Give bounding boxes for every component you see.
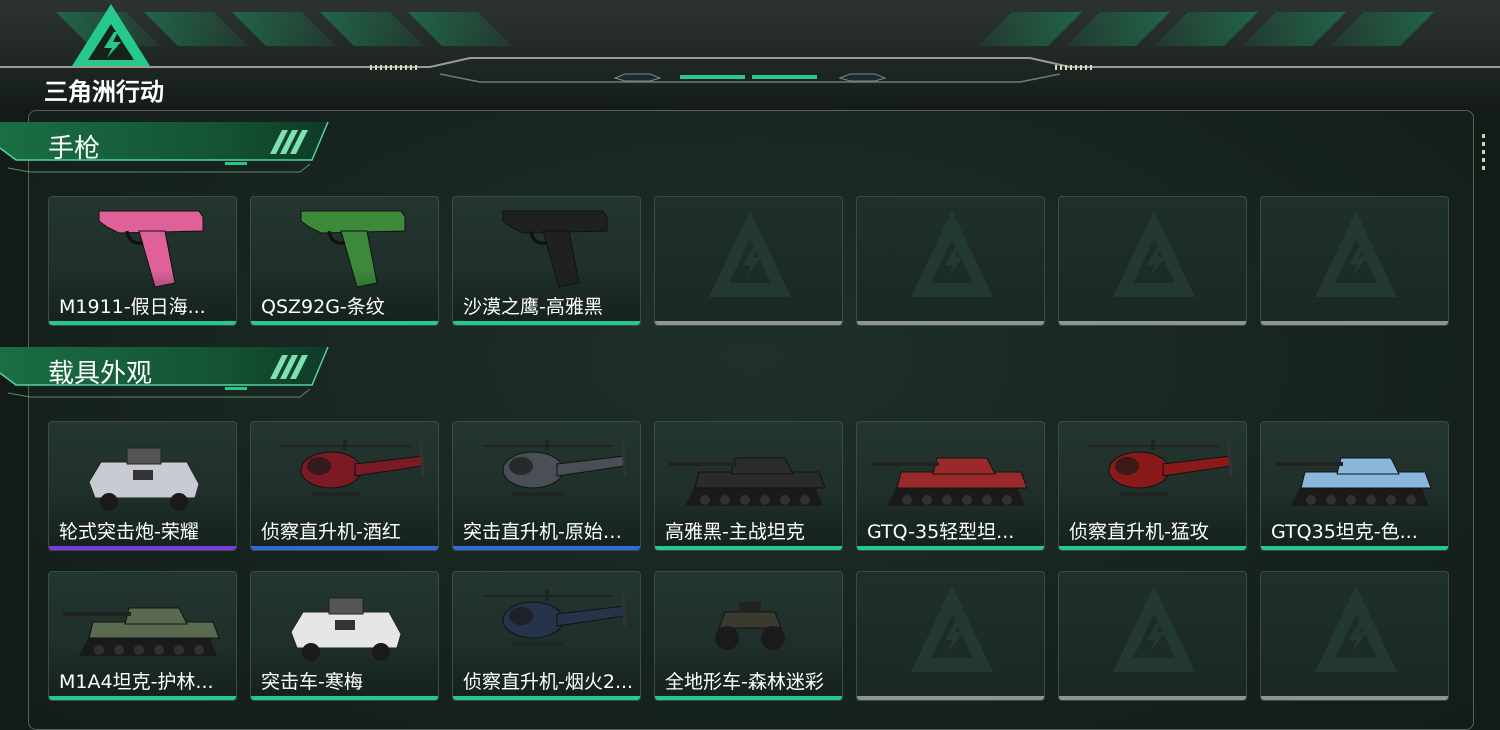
item-card[interactable]: 高雅黑-主战坦克: [654, 421, 843, 551]
delta-triangle-icon: [72, 4, 150, 66]
delta-watermark-icon: [911, 211, 993, 297]
item-name: 轮式突击炮-荣耀: [59, 521, 199, 543]
top-header: 三角洲行动: [0, 0, 1500, 110]
item-card[interactable]: GTQ35坦克-色...: [1260, 421, 1449, 551]
empty-item-slot[interactable]: [856, 571, 1045, 701]
section-header-pistols: 手枪: [0, 120, 340, 176]
item-card[interactable]: 轮式突击炮-荣耀: [48, 421, 237, 551]
rarity-bar: [655, 696, 842, 700]
empty-item-slot[interactable]: [654, 196, 843, 326]
empty-item-slot[interactable]: [1260, 571, 1449, 701]
delta-watermark-icon: [709, 211, 791, 297]
section-title: 载具外观: [48, 359, 153, 389]
rarity-bar: [655, 546, 842, 550]
rarity-bar: [251, 696, 438, 700]
item-name: 沙漠之鹰-高雅黑: [463, 296, 603, 318]
delta-watermark-icon: [1315, 586, 1397, 672]
section-header-vehicles: 载具外观: [0, 345, 340, 401]
item-card[interactable]: 侦察直升机-酒红: [250, 421, 439, 551]
empty-item-slot[interactable]: [1260, 196, 1449, 326]
delta-watermark-icon: [1113, 586, 1195, 672]
rarity-bar: [453, 321, 640, 325]
item-name: M1911-假日海...: [59, 296, 206, 318]
item-card[interactable]: 侦察直升机-猛攻: [1058, 421, 1247, 551]
section-title: 手枪: [48, 134, 101, 164]
item-name: GTQ35坦克-色...: [1271, 521, 1418, 543]
empty-item-slot[interactable]: [1058, 571, 1247, 701]
empty-item-slot[interactable]: [1058, 196, 1247, 326]
item-card[interactable]: 沙漠之鹰-高雅黑: [452, 196, 641, 326]
item-card[interactable]: 突击车-寒梅: [250, 571, 439, 701]
item-name: QSZ92G-条纹: [261, 296, 385, 318]
delta-watermark-icon: [911, 586, 993, 672]
rarity-bar: [49, 546, 236, 550]
item-name: 侦察直升机-烟火2...: [463, 671, 634, 693]
item-card[interactable]: 突击直升机-原始伪...: [452, 421, 641, 551]
game-logo: 三角洲行动: [44, 2, 179, 106]
item-card[interactable]: GTQ-35轻型坦...: [856, 421, 1045, 551]
rarity-bar: [453, 696, 640, 700]
rarity-bar: [251, 546, 438, 550]
rarity-bar: [1059, 546, 1246, 550]
rarity-bar: [251, 321, 438, 325]
item-card[interactable]: M1A4坦克-护林...: [48, 571, 237, 701]
rarity-bar: [49, 321, 236, 325]
scroll-indicator[interactable]: [1482, 134, 1486, 180]
rarity-bar: [857, 546, 1044, 550]
item-name: 突击直升机-原始伪...: [463, 521, 639, 543]
rarity-bar: [857, 321, 1044, 325]
item-name: 高雅黑-主战坦克: [665, 521, 805, 543]
item-card[interactable]: QSZ92G-条纹: [250, 196, 439, 326]
rarity-bar: [1059, 696, 1246, 700]
item-card[interactable]: 侦察直升机-烟火2...: [452, 571, 641, 701]
rarity-bar: [453, 546, 640, 550]
item-name: 全地形车-森林迷彩: [665, 671, 824, 693]
item-name: GTQ-35轻型坦...: [867, 521, 1015, 543]
header-decoration: [0, 12, 1500, 83]
empty-item-slot[interactable]: [856, 196, 1045, 326]
rarity-bar: [49, 696, 236, 700]
item-name: 侦察直升机-猛攻: [1069, 521, 1209, 543]
rarity-bar: [1261, 546, 1448, 550]
item-name: 突击车-寒梅: [261, 671, 363, 693]
item-card[interactable]: M1911-假日海...: [48, 196, 237, 326]
rarity-bar: [1261, 321, 1448, 325]
rarity-bar: [655, 321, 842, 325]
logo-text: 三角洲行动: [44, 78, 164, 106]
item-card[interactable]: 全地形车-森林迷彩: [654, 571, 843, 701]
rarity-bar: [1261, 696, 1448, 700]
rarity-bar: [857, 696, 1044, 700]
item-name: 侦察直升机-酒红: [261, 521, 401, 543]
rarity-bar: [1059, 321, 1246, 325]
delta-watermark-icon: [1113, 211, 1195, 297]
delta-watermark-icon: [1315, 211, 1397, 297]
item-name: M1A4坦克-护林...: [59, 671, 214, 693]
